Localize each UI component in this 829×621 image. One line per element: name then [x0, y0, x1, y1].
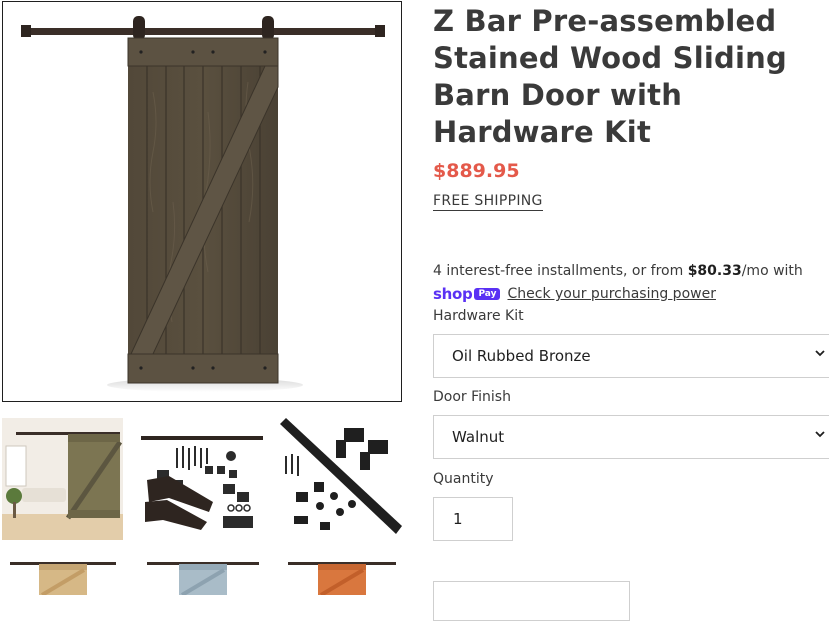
orange-door-image: [288, 562, 396, 595]
chevron-down-icon: [814, 428, 826, 444]
grey-door-image: [147, 562, 259, 595]
door-finish-label: Door Finish: [433, 389, 511, 405]
installments-text: 4 interest-free installments, or from $8…: [433, 263, 803, 279]
barn-door-illustration: [21, 16, 385, 392]
installments-suffix: /mo with: [741, 263, 803, 279]
quantity-input[interactable]: [433, 497, 513, 541]
shop-pay-logo: shop: [433, 285, 473, 303]
hardware-kit-label: Hardware Kit: [433, 308, 524, 324]
quantity-label: Quantity: [433, 471, 494, 487]
door-finish-select[interactable]: Walnut: [433, 415, 829, 459]
hardware-rail-image: [280, 418, 402, 540]
check-purchasing-power-link[interactable]: Check your purchasing power: [507, 286, 715, 302]
room-scene-image: [2, 418, 123, 540]
thumbnail-hardware-kit-rail[interactable]: [280, 418, 402, 540]
free-shipping-link[interactable]: FREE SHIPPING: [433, 193, 543, 211]
thumbnail-natural-finish[interactable]: [2, 556, 123, 595]
shop-pay-badge: Pay: [474, 288, 501, 300]
thumbnail-grey-finish[interactable]: [139, 556, 264, 595]
thumbnail-orange-finish[interactable]: [280, 556, 402, 595]
shop-pay-row: shop Pay Check your purchasing power: [433, 285, 716, 303]
installments-prefix: 4 interest-free installments, or from: [433, 263, 688, 279]
installments-amount: $80.33: [687, 263, 742, 279]
natural-door-image: [10, 562, 116, 595]
thumbnail-hardware-kit-parts[interactable]: [139, 418, 264, 540]
chevron-down-icon: [814, 347, 826, 363]
product-title: Z Bar Pre-assembled Stained Wood Sliding…: [433, 4, 787, 149]
hardware-kit-select[interactable]: Oil Rubbed Bronze: [433, 334, 829, 378]
add-to-cart-button[interactable]: [433, 581, 630, 621]
door-finish-value: Walnut: [452, 428, 505, 446]
main-product-image[interactable]: [2, 1, 402, 402]
hardware-kit-value: Oil Rubbed Bronze: [452, 347, 591, 365]
hardware-parts-image: [139, 418, 264, 540]
product-price: $889.95: [433, 160, 520, 182]
thumbnail-room-scene[interactable]: [2, 418, 123, 540]
